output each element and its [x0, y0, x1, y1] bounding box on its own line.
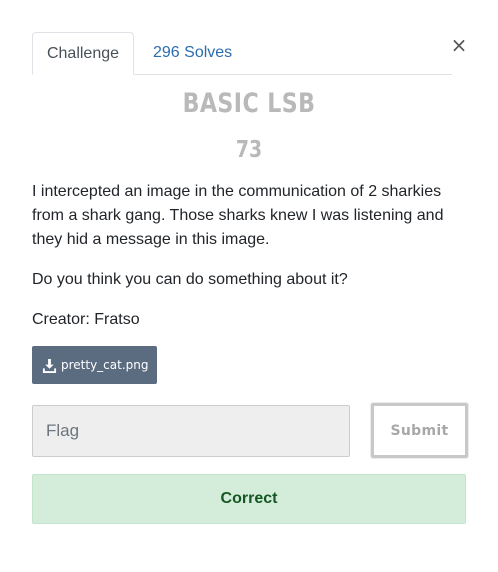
challenge-tabs: Challenge 296 Solves [32, 32, 452, 75]
file-name: pretty_cat.png [61, 358, 149, 372]
challenge-value: 73 [235, 137, 263, 163]
challenge-question: Do you think you can do something about … [32, 271, 348, 288]
challenge-modal: × Challenge 296 Solves BASIC LSB 73 I in… [0, 0, 498, 572]
close-button[interactable]: × [450, 34, 468, 56]
tab-solves[interactable]: 296 Solves [144, 32, 241, 73]
challenge-description: I intercepted an image in the communicat… [32, 183, 444, 248]
submit-button[interactable]: Submit [370, 402, 469, 459]
download-icon [42, 358, 57, 373]
challenge-name: BASIC LSB [182, 88, 316, 119]
result-notification: Correct [32, 474, 466, 524]
tab-challenge[interactable]: Challenge [32, 32, 134, 75]
close-icon[interactable]: × [451, 33, 468, 57]
file-download-button[interactable]: pretty_cat.png [32, 346, 157, 384]
challenge-creator: Creator: Fratso [32, 311, 140, 328]
flag-input[interactable] [32, 405, 350, 457]
